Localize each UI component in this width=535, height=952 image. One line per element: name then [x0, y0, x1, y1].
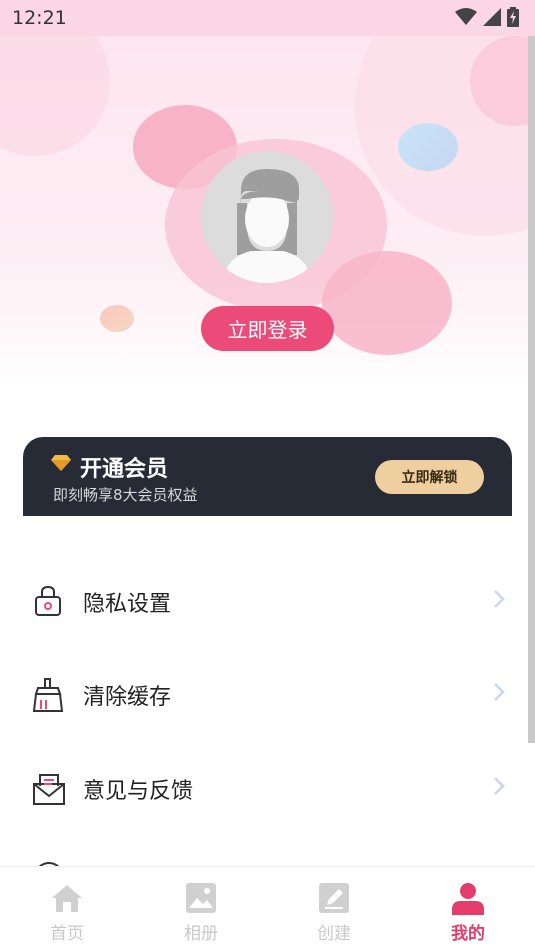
- lock-icon: [35, 585, 61, 616]
- decor-bubble: [100, 305, 134, 332]
- status-bar: 12:21: [0, 0, 535, 36]
- vip-unlock-button[interactable]: 立即解锁: [375, 460, 484, 494]
- status-time: 12:21: [12, 7, 67, 29]
- image-icon: [186, 883, 216, 913]
- tab-home[interactable]: 首页: [0, 867, 134, 952]
- user-icon: [452, 883, 484, 915]
- tab-label: 我的: [451, 924, 485, 944]
- mail-icon: [33, 774, 65, 805]
- status-icons: [455, 7, 519, 27]
- chevron-right-icon: [494, 777, 505, 795]
- menu-item-feedback[interactable]: 意见与反馈: [0, 758, 527, 818]
- default-avatar-icon: [223, 169, 311, 283]
- vip-subtitle: 即刻畅享8大会员权益: [53, 486, 198, 504]
- avatar[interactable]: [201, 151, 333, 283]
- tab-label: 创建: [317, 924, 351, 944]
- tab-mine[interactable]: 我的: [401, 867, 535, 952]
- vip-title: 开通会员: [80, 457, 169, 482]
- battery-icon: [507, 7, 519, 27]
- menu-item-label: 意见与反馈: [83, 779, 194, 804]
- vip-card[interactable]: 开通会员 即刻畅享8大会员权益 立即解锁: [23, 437, 512, 516]
- menu-item-clear-cache[interactable]: 清除缓存: [0, 664, 527, 724]
- tab-label: 相册: [184, 924, 218, 944]
- home-icon: [52, 885, 82, 912]
- broom-icon: [32, 678, 64, 712]
- chevron-right-icon: [494, 683, 505, 701]
- tab-album[interactable]: 相册: [134, 867, 268, 952]
- signal-icon: [483, 8, 501, 26]
- decor-bubble: [398, 123, 458, 171]
- scrollbar[interactable]: [528, 36, 535, 743]
- bottom-tab-bar: 首页 相册 创建 我的: [0, 866, 535, 952]
- menu-item-label: 清除缓存: [83, 685, 172, 710]
- decor-bubble: [322, 251, 452, 355]
- wifi-icon: [455, 8, 477, 25]
- diamond-icon: [51, 455, 71, 471]
- decor-bubble: [0, 36, 110, 156]
- tab-label: 首页: [50, 924, 84, 944]
- login-button[interactable]: 立即登录: [201, 306, 334, 351]
- menu-item-privacy[interactable]: 隐私设置: [0, 571, 527, 631]
- edit-icon: [319, 883, 349, 913]
- chevron-right-icon: [494, 590, 505, 608]
- menu-item-label: 隐私设置: [83, 592, 172, 617]
- tab-create[interactable]: 创建: [267, 867, 401, 952]
